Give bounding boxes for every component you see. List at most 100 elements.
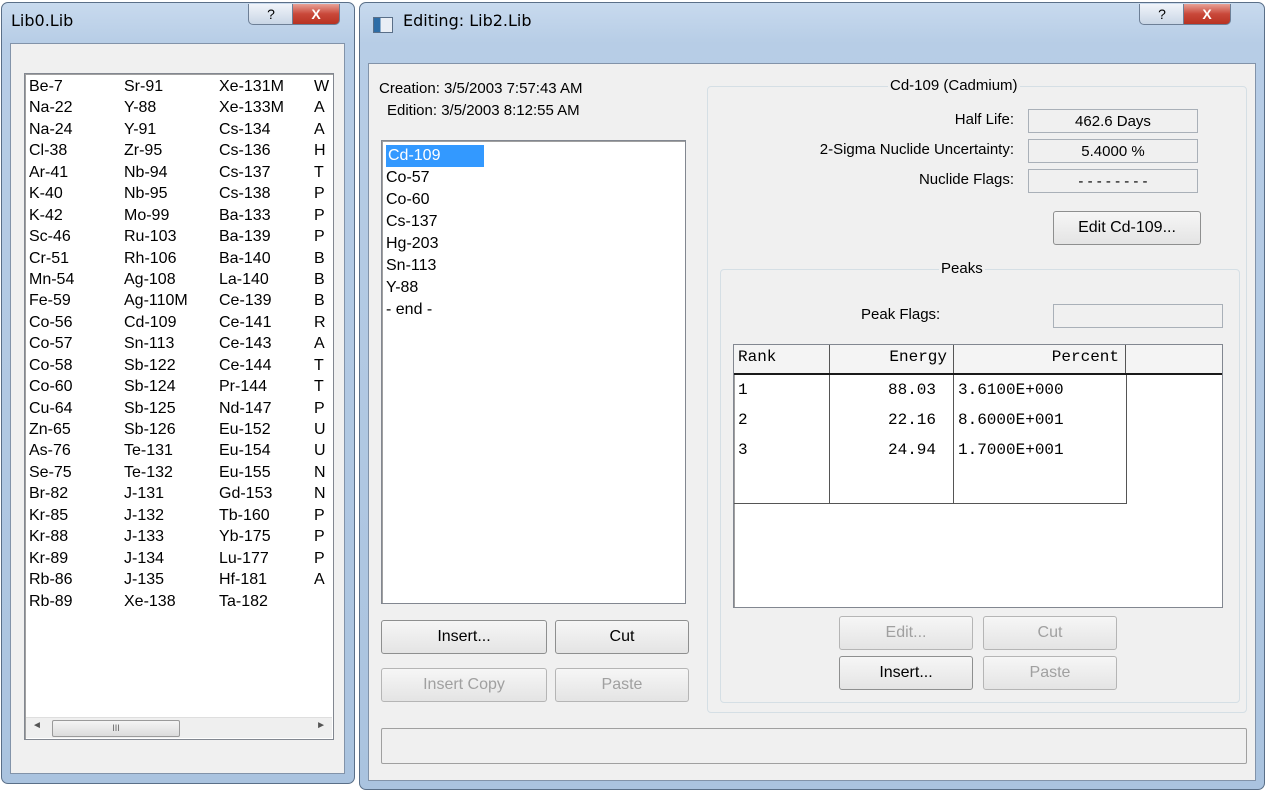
nuclide-cell[interactable]: Sc-46 [29,226,124,247]
nuclide-cell[interactable]: J-131 [124,483,219,504]
help-button[interactable]: ? [1139,4,1185,25]
nuclide-cell[interactable]: Rb-86 [29,569,124,590]
nuclide-cell[interactable]: Eu-152 [219,419,314,440]
nuclide-cell[interactable]: P [314,398,333,419]
nuclide-cell[interactable]: Cd-109 [124,312,219,333]
nuclide-cell[interactable]: Fe-59 [29,290,124,311]
nuclide-cell[interactable]: Xe-138 [124,591,219,612]
lib0-titlebar[interactable]: Lib0.Lib ? X [2,3,354,43]
nuclide-cell[interactable]: J-132 [124,505,219,526]
nuclide-cell[interactable]: Rb-89 [29,591,124,612]
cut-nuclide-button[interactable]: Cut [555,620,689,654]
nuclide-cell[interactable]: Tb-160 [219,505,314,526]
scroll-right-icon[interactable]: ► [316,720,326,731]
nuclide-cell[interactable]: Ce-143 [219,333,314,354]
insert-peak-button[interactable]: Insert... [839,656,973,690]
scroll-thumb[interactable]: III [52,720,180,737]
nuclide-cell[interactable]: Mn-54 [29,269,124,290]
nuclide-cell[interactable]: Sr-91 [124,76,219,97]
nuclide-cell[interactable]: Kr-88 [29,526,124,547]
nuclide-cell[interactable]: Na-24 [29,119,124,140]
nuclide-cell[interactable]: Rh-106 [124,248,219,269]
close-button[interactable]: X [1183,4,1231,25]
nuclide-cell[interactable]: U [314,440,333,461]
nuclide-cell[interactable]: B [314,290,333,311]
nuclide-cell[interactable]: Ce-139 [219,290,314,311]
nuclide-cell[interactable]: P [314,226,333,247]
nuclide-cell[interactable]: Ce-141 [219,312,314,333]
horizontal-scrollbar[interactable]: ◄ III ► [26,717,332,738]
nuclide-cell[interactable]: P [314,183,333,204]
nuclide-cell[interactable]: P [314,548,333,569]
nuclide-cell[interactable]: Mo-99 [124,205,219,226]
nuclide-cell[interactable]: Te-131 [124,440,219,461]
nuclide-cell[interactable]: Ta-182 [219,591,314,612]
nuclide-cell[interactable]: Ba-133 [219,205,314,226]
nuclide-cell[interactable]: Eu-155 [219,462,314,483]
nuclide-cell[interactable]: Nd-147 [219,398,314,419]
paste-nuclide-button[interactable]: Paste [555,668,689,702]
nuclide-cell[interactable]: W [314,76,333,97]
nuclide-cell[interactable]: Co-58 [29,355,124,376]
paste-peak-button[interactable]: Paste [983,656,1117,690]
nuclide-cell[interactable]: H [314,140,333,161]
nuclide-cell[interactable]: N [314,462,333,483]
nuclide-cell[interactable]: Eu-154 [219,440,314,461]
nuclide-cell[interactable]: Pr-144 [219,376,314,397]
nuclide-cell[interactable]: Sn-113 [124,333,219,354]
nuclide-cell[interactable]: Kr-85 [29,505,124,526]
close-button[interactable]: X [292,4,340,25]
nuclide-cell[interactable]: Co-60 [29,376,124,397]
nuclide-cell[interactable]: N [314,483,333,504]
nuclide-cell[interactable]: Cs-136 [219,140,314,161]
help-button[interactable]: ? [248,4,294,25]
column-header-percent[interactable]: Percent [954,345,1126,373]
nuclide-cell[interactable]: Y-91 [124,119,219,140]
nuclide-cell[interactable]: Kr-89 [29,548,124,569]
editor-titlebar[interactable]: Editing: Lib2.Lib ? X [360,3,1264,43]
nuclide-item[interactable]: Cs-137 [386,211,484,233]
nuclide-list[interactable]: Cd-109 Co-57 Co-60 Cs-137 Hg-203 Sn-113 Y-88- … [381,140,686,604]
nuclide-cell[interactable]: P [314,505,333,526]
column-header-energy[interactable]: Energy [830,345,954,373]
nuclide-cell[interactable]: Cs-138 [219,183,314,204]
nuclide-cell[interactable]: Gd-153 [219,483,314,504]
nuclide-cell[interactable]: P [314,526,333,547]
nuclide-cell[interactable]: A [314,569,333,590]
nuclide-cell[interactable]: Sb-124 [124,376,219,397]
nuclide-cell[interactable]: U [314,419,333,440]
peaks-table[interactable]: Rank Energy Percent 1 88.03 3.6100E+000 2 22… [733,344,1223,608]
nuclide-cell[interactable]: Cr-51 [29,248,124,269]
nuclide-cell[interactable]: Cu-64 [29,398,124,419]
nuclide-cell[interactable]: T [314,162,333,183]
nuclide-cell[interactable]: Ag-108 [124,269,219,290]
nuclide-cell[interactable]: Nb-95 [124,183,219,204]
nuclide-cell[interactable]: Nb-94 [124,162,219,183]
nuclide-cell[interactable]: R [314,312,333,333]
peak-row[interactable]: 2 22.16 8.6000E+001 [734,411,1126,435]
nuclide-cell[interactable]: Ru-103 [124,226,219,247]
nuclide-cell[interactable]: J-134 [124,548,219,569]
nuclide-cell[interactable]: B [314,248,333,269]
nuclide-cell[interactable]: Br-82 [29,483,124,504]
scroll-left-icon[interactable]: ◄ [32,720,42,731]
nuclide-cell[interactable]: P [314,205,333,226]
nuclide-cell[interactable]: A [314,333,333,354]
insert-copy-button[interactable]: Insert Copy [381,668,547,702]
nuclide-cell[interactable]: Be-7 [29,76,124,97]
nuclide-cell[interactable]: Se-75 [29,462,124,483]
nuclide-cell[interactable]: Zn-65 [29,419,124,440]
nuclide-item[interactable]: Co-60 [386,189,484,211]
edit-nuclide-button[interactable]: Edit Cd-109... [1053,211,1201,245]
nuclide-cell[interactable]: T [314,355,333,376]
insert-nuclide-button[interactable]: Insert... [381,620,547,654]
nuclide-item[interactable]: Y-88 [386,277,484,299]
nuclide-cell[interactable]: Xe-133M [219,97,314,118]
nuclide-cell[interactable] [314,591,333,612]
nuclide-cell[interactable]: As-76 [29,440,124,461]
nuclide-cell[interactable]: Te-132 [124,462,219,483]
nuclide-cell[interactable]: J-135 [124,569,219,590]
nuclide-cell[interactable]: Hf-181 [219,569,314,590]
nuclide-cell[interactable]: La-140 [219,269,314,290]
nuclide-cell[interactable]: Zr-95 [124,140,219,161]
